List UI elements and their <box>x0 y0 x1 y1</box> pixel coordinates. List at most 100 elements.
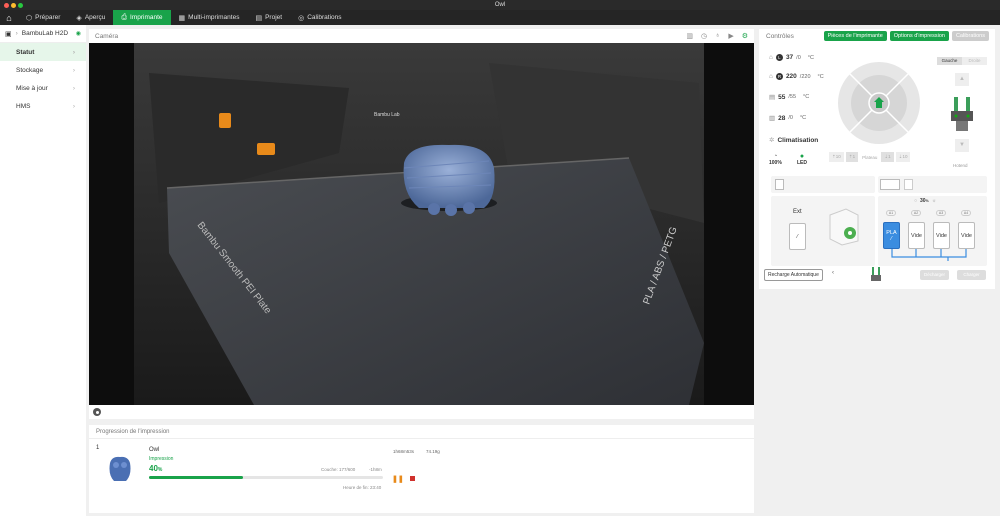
zoom-window-button[interactable] <box>18 2 23 8</box>
temp-value: 55 <box>778 93 786 101</box>
extrude-up-button[interactable]: ▲ <box>955 73 969 86</box>
ams-tab-icon-2[interactable] <box>904 179 913 190</box>
job-status: Impression <box>149 456 174 462</box>
sidebar-item-label: Stockage <box>16 66 44 74</box>
progress-bar <box>149 476 383 479</box>
minimize-window-button[interactable] <box>11 2 16 8</box>
temp-bed[interactable]: ▤ 55/55 °C <box>769 93 810 102</box>
tab-multi-imprimantes[interactable]: ▦ Multi-imprimantes <box>171 10 248 25</box>
percent-unit: % <box>157 467 163 473</box>
slot-pct: A2 <box>911 210 921 216</box>
stop-button[interactable] <box>410 476 415 481</box>
ams-slot-1[interactable]: PLA ⁄ <box>883 222 900 249</box>
ams-slots-area: ○ 30% ☼ A1 A2 A3 A4 PLA ⁄ Vide Vide Vide <box>878 196 987 266</box>
humidity-icon: ○ <box>914 198 918 204</box>
tab-gauche[interactable]: Gauche <box>937 57 962 65</box>
settings-icon[interactable]: ⚙ <box>742 32 748 40</box>
temp-value: 37 <box>785 54 794 61</box>
job-index: 1 <box>96 445 100 451</box>
progress-bar-fill <box>149 476 243 479</box>
tab-imprimante[interactable]: ⎙ Imprimante <box>113 10 171 25</box>
print-progress-panel: Progression de l'impression 1 Owl Impres… <box>89 425 754 513</box>
led-icon: ● <box>799 153 805 160</box>
printer-parts-button[interactable]: Pièces de l'imprimante <box>823 31 887 41</box>
ext-tab-bar <box>771 176 875 193</box>
ams-tab-icon[interactable] <box>880 179 900 190</box>
temp-value: 28 <box>778 114 786 122</box>
z-down-1-button[interactable]: ⇣1 <box>881 152 894 162</box>
elapsed-time: 1h68m53s <box>393 449 415 454</box>
percent-value: 40 <box>149 464 158 473</box>
timelapse-icon[interactable]: ◷ <box>701 32 707 40</box>
temp-left-nozzle[interactable]: ⌂ L 37/0 °C <box>769 54 814 61</box>
sidebar: ▣ › BambuLab H2D ◉ Statut › Stockage › Mis… <box>0 25 86 516</box>
sidebar-item-mise-a-jour[interactable]: Mise à jour › <box>0 79 86 97</box>
temp-unit: °C <box>803 94 810 100</box>
window-titlebar: Owl <box>0 0 1000 10</box>
chamber-brand: Bambu Lab <box>374 112 400 118</box>
slot-label: Vide <box>911 232 922 239</box>
ext-label: Ext <box>793 209 802 215</box>
close-window-button[interactable] <box>4 2 9 8</box>
slot-pct: A1 <box>886 210 896 216</box>
pause-button[interactable]: ❚❚ <box>392 475 404 483</box>
tab-preparer[interactable]: ⬡ Préparer <box>18 10 68 25</box>
tab-projet[interactable]: ▤ Projet <box>247 10 290 25</box>
calibrations-button[interactable]: Calibrations <box>951 31 989 41</box>
filament-weight: 74.19g <box>426 449 440 454</box>
sidebar-item-label: Statut <box>16 48 35 56</box>
extrude-down-button[interactable]: ▼ <box>955 139 969 152</box>
fan-control[interactable]: ◔ 100% <box>769 153 782 166</box>
tab-calibrations[interactable]: ◎ Calibrations <box>290 10 349 25</box>
hotend-label: Hotend <box>953 163 968 168</box>
print-options-button[interactable]: Options d'impression <box>889 31 949 41</box>
jog-wheel[interactable] <box>837 61 921 145</box>
ams-graphic <box>829 208 859 246</box>
video-icon[interactable]: ▶ <box>728 32 733 40</box>
ams-tab-bar <box>878 176 987 193</box>
sidebar-item-stockage[interactable]: Stockage › <box>0 61 86 79</box>
nozzle-tag: R <box>775 73 783 80</box>
printer-name: BambuLab H2D <box>21 30 69 37</box>
led-toggle[interactable]: ● LED <box>797 153 807 166</box>
controls-panel: Contrôles Pièces de l'imprimante Options… <box>759 29 995 289</box>
ams-slot-3[interactable]: Vide <box>933 222 950 249</box>
climate-control[interactable]: ✲ Climatisation <box>769 136 818 145</box>
temp-right-nozzle[interactable]: ⌂ R 220/220 °C <box>769 73 824 80</box>
temp-target: /55 <box>788 94 797 100</box>
chevron-right-icon: › <box>15 30 18 37</box>
temp-chamber[interactable]: ▥ 28/0 °C <box>769 114 806 123</box>
record-button[interactable] <box>93 408 101 416</box>
nozzle-right-icon: ⌂ <box>769 73 773 80</box>
ams-slot-2[interactable]: Vide <box>908 222 925 249</box>
camera-feed: Bambu Smooth PEI Plate PLA / ABS / PETG … <box>89 43 754 405</box>
z-up-1-button[interactable]: ⇡1 <box>845 152 859 162</box>
sun-icon: ☼ <box>931 198 937 204</box>
tab-apercu[interactable]: ◈ Aperçu <box>68 10 113 25</box>
sidebar-item-statut[interactable]: Statut › <box>0 43 86 61</box>
tab-droite[interactable]: Droite <box>962 57 987 65</box>
external-spool-slot[interactable]: ⁄ <box>789 223 806 250</box>
auto-reload-button[interactable]: Recharge Automatique <box>764 269 823 281</box>
climate-icon: ✲ <box>769 137 775 144</box>
load-button[interactable]: Charger <box>957 270 986 280</box>
unload-button[interactable]: Décharger <box>920 270 949 280</box>
collapse-icon[interactable]: ‹ <box>832 270 834 276</box>
chamber-icon: ▥ <box>769 115 776 122</box>
ams-slot-4[interactable]: Vide <box>958 222 975 249</box>
temp-unit: °C <box>817 73 824 80</box>
camera-panel: Caméra ▥ ◷ ♁ ▶ ⚙ Bambu Smooth PEI Plate … <box>89 29 754 419</box>
fan-value: 100% <box>769 160 782 166</box>
printer-selector[interactable]: ▣ › BambuLab H2D ◉ <box>0 25 86 43</box>
home-icon[interactable]: ⌂ <box>0 13 18 23</box>
z-down-10-button[interactable]: ⇣10 <box>895 152 911 162</box>
ext-tab-icon[interactable] <box>775 179 784 190</box>
temp-target: /220 <box>799 73 811 80</box>
storage-icon[interactable]: ▥ <box>686 32 693 40</box>
sidebar-item-hms[interactable]: HMS › <box>0 97 86 115</box>
sidebar-item-label: Mise à jour <box>16 84 48 92</box>
light-icon[interactable]: ♁ <box>715 32 720 40</box>
z-up-10-button[interactable]: ⇡10 <box>829 152 844 162</box>
job-name: Owl <box>149 447 160 453</box>
progress-percent: 40% <box>149 464 162 473</box>
